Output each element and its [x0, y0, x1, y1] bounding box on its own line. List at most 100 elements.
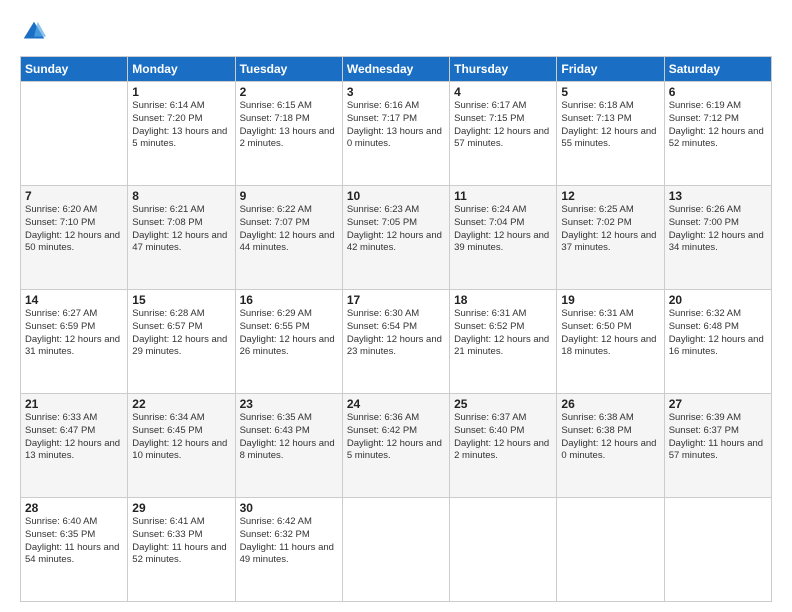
weekday-header-cell: Tuesday	[235, 57, 342, 82]
calendar-week-row: 21Sunrise: 6:33 AMSunset: 6:47 PMDayligh…	[21, 394, 772, 498]
weekday-header-cell: Sunday	[21, 57, 128, 82]
day-number: 4	[454, 85, 552, 99]
day-detail: Sunrise: 6:31 AMSunset: 6:50 PMDaylight:…	[561, 308, 659, 359]
calendar-cell: 28Sunrise: 6:40 AMSunset: 6:35 PMDayligh…	[21, 498, 128, 602]
day-number: 25	[454, 397, 552, 411]
calendar-cell: 14Sunrise: 6:27 AMSunset: 6:59 PMDayligh…	[21, 290, 128, 394]
day-detail: Sunrise: 6:27 AMSunset: 6:59 PMDaylight:…	[25, 308, 123, 359]
calendar-cell	[21, 82, 128, 186]
calendar-cell: 12Sunrise: 6:25 AMSunset: 7:02 PMDayligh…	[557, 186, 664, 290]
day-detail: Sunrise: 6:21 AMSunset: 7:08 PMDaylight:…	[132, 204, 230, 255]
day-number: 5	[561, 85, 659, 99]
logo	[20, 18, 52, 46]
calendar-cell: 8Sunrise: 6:21 AMSunset: 7:08 PMDaylight…	[128, 186, 235, 290]
day-number: 11	[454, 189, 552, 203]
weekday-header-row: SundayMondayTuesdayWednesdayThursdayFrid…	[21, 57, 772, 82]
calendar-cell: 18Sunrise: 6:31 AMSunset: 6:52 PMDayligh…	[450, 290, 557, 394]
calendar-cell: 21Sunrise: 6:33 AMSunset: 6:47 PMDayligh…	[21, 394, 128, 498]
calendar-cell: 24Sunrise: 6:36 AMSunset: 6:42 PMDayligh…	[342, 394, 449, 498]
day-detail: Sunrise: 6:37 AMSunset: 6:40 PMDaylight:…	[454, 412, 552, 463]
day-detail: Sunrise: 6:28 AMSunset: 6:57 PMDaylight:…	[132, 308, 230, 359]
calendar-cell: 25Sunrise: 6:37 AMSunset: 6:40 PMDayligh…	[450, 394, 557, 498]
calendar-cell: 26Sunrise: 6:38 AMSunset: 6:38 PMDayligh…	[557, 394, 664, 498]
day-number: 8	[132, 189, 230, 203]
day-number: 3	[347, 85, 445, 99]
day-detail: Sunrise: 6:38 AMSunset: 6:38 PMDaylight:…	[561, 412, 659, 463]
calendar-cell: 5Sunrise: 6:18 AMSunset: 7:13 PMDaylight…	[557, 82, 664, 186]
day-number: 9	[240, 189, 338, 203]
calendar-week-row: 1Sunrise: 6:14 AMSunset: 7:20 PMDaylight…	[21, 82, 772, 186]
calendar-cell: 1Sunrise: 6:14 AMSunset: 7:20 PMDaylight…	[128, 82, 235, 186]
header	[20, 18, 772, 46]
day-detail: Sunrise: 6:17 AMSunset: 7:15 PMDaylight:…	[454, 100, 552, 151]
day-detail: Sunrise: 6:18 AMSunset: 7:13 PMDaylight:…	[561, 100, 659, 151]
day-detail: Sunrise: 6:36 AMSunset: 6:42 PMDaylight:…	[347, 412, 445, 463]
calendar-cell: 9Sunrise: 6:22 AMSunset: 7:07 PMDaylight…	[235, 186, 342, 290]
day-detail: Sunrise: 6:41 AMSunset: 6:33 PMDaylight:…	[132, 516, 230, 567]
day-detail: Sunrise: 6:39 AMSunset: 6:37 PMDaylight:…	[669, 412, 767, 463]
day-detail: Sunrise: 6:14 AMSunset: 7:20 PMDaylight:…	[132, 100, 230, 151]
calendar-cell	[664, 498, 771, 602]
calendar-week-row: 14Sunrise: 6:27 AMSunset: 6:59 PMDayligh…	[21, 290, 772, 394]
day-detail: Sunrise: 6:26 AMSunset: 7:00 PMDaylight:…	[669, 204, 767, 255]
day-number: 17	[347, 293, 445, 307]
calendar-cell: 3Sunrise: 6:16 AMSunset: 7:17 PMDaylight…	[342, 82, 449, 186]
calendar-cell: 2Sunrise: 6:15 AMSunset: 7:18 PMDaylight…	[235, 82, 342, 186]
day-number: 19	[561, 293, 659, 307]
calendar-cell: 27Sunrise: 6:39 AMSunset: 6:37 PMDayligh…	[664, 394, 771, 498]
day-number: 21	[25, 397, 123, 411]
calendar-cell: 15Sunrise: 6:28 AMSunset: 6:57 PMDayligh…	[128, 290, 235, 394]
weekday-header-cell: Friday	[557, 57, 664, 82]
day-number: 16	[240, 293, 338, 307]
day-detail: Sunrise: 6:23 AMSunset: 7:05 PMDaylight:…	[347, 204, 445, 255]
day-number: 14	[25, 293, 123, 307]
day-number: 27	[669, 397, 767, 411]
calendar-cell: 6Sunrise: 6:19 AMSunset: 7:12 PMDaylight…	[664, 82, 771, 186]
weekday-header-cell: Wednesday	[342, 57, 449, 82]
day-detail: Sunrise: 6:30 AMSunset: 6:54 PMDaylight:…	[347, 308, 445, 359]
day-detail: Sunrise: 6:24 AMSunset: 7:04 PMDaylight:…	[454, 204, 552, 255]
day-number: 15	[132, 293, 230, 307]
calendar-cell	[557, 498, 664, 602]
calendar-cell: 11Sunrise: 6:24 AMSunset: 7:04 PMDayligh…	[450, 186, 557, 290]
day-number: 26	[561, 397, 659, 411]
day-detail: Sunrise: 6:19 AMSunset: 7:12 PMDaylight:…	[669, 100, 767, 151]
day-detail: Sunrise: 6:22 AMSunset: 7:07 PMDaylight:…	[240, 204, 338, 255]
day-number: 24	[347, 397, 445, 411]
day-number: 2	[240, 85, 338, 99]
calendar-cell: 10Sunrise: 6:23 AMSunset: 7:05 PMDayligh…	[342, 186, 449, 290]
day-detail: Sunrise: 6:42 AMSunset: 6:32 PMDaylight:…	[240, 516, 338, 567]
day-number: 7	[25, 189, 123, 203]
calendar-cell: 23Sunrise: 6:35 AMSunset: 6:43 PMDayligh…	[235, 394, 342, 498]
calendar-cell: 29Sunrise: 6:41 AMSunset: 6:33 PMDayligh…	[128, 498, 235, 602]
calendar-week-row: 7Sunrise: 6:20 AMSunset: 7:10 PMDaylight…	[21, 186, 772, 290]
weekday-header-cell: Monday	[128, 57, 235, 82]
day-number: 29	[132, 501, 230, 515]
day-detail: Sunrise: 6:31 AMSunset: 6:52 PMDaylight:…	[454, 308, 552, 359]
calendar-cell: 13Sunrise: 6:26 AMSunset: 7:00 PMDayligh…	[664, 186, 771, 290]
calendar-cell: 20Sunrise: 6:32 AMSunset: 6:48 PMDayligh…	[664, 290, 771, 394]
calendar-cell: 4Sunrise: 6:17 AMSunset: 7:15 PMDaylight…	[450, 82, 557, 186]
day-number: 6	[669, 85, 767, 99]
day-detail: Sunrise: 6:15 AMSunset: 7:18 PMDaylight:…	[240, 100, 338, 151]
calendar-week-row: 28Sunrise: 6:40 AMSunset: 6:35 PMDayligh…	[21, 498, 772, 602]
calendar-cell: 19Sunrise: 6:31 AMSunset: 6:50 PMDayligh…	[557, 290, 664, 394]
day-detail: Sunrise: 6:29 AMSunset: 6:55 PMDaylight:…	[240, 308, 338, 359]
day-detail: Sunrise: 6:33 AMSunset: 6:47 PMDaylight:…	[25, 412, 123, 463]
day-detail: Sunrise: 6:32 AMSunset: 6:48 PMDaylight:…	[669, 308, 767, 359]
day-number: 1	[132, 85, 230, 99]
calendar-cell	[450, 498, 557, 602]
day-number: 28	[25, 501, 123, 515]
day-detail: Sunrise: 6:34 AMSunset: 6:45 PMDaylight:…	[132, 412, 230, 463]
calendar-cell	[342, 498, 449, 602]
day-number: 30	[240, 501, 338, 515]
calendar-cell: 16Sunrise: 6:29 AMSunset: 6:55 PMDayligh…	[235, 290, 342, 394]
weekday-header-cell: Saturday	[664, 57, 771, 82]
weekday-header-cell: Thursday	[450, 57, 557, 82]
calendar-cell: 17Sunrise: 6:30 AMSunset: 6:54 PMDayligh…	[342, 290, 449, 394]
day-number: 10	[347, 189, 445, 203]
day-number: 13	[669, 189, 767, 203]
calendar-cell: 30Sunrise: 6:42 AMSunset: 6:32 PMDayligh…	[235, 498, 342, 602]
page: SundayMondayTuesdayWednesdayThursdayFrid…	[0, 0, 792, 612]
day-number: 12	[561, 189, 659, 203]
